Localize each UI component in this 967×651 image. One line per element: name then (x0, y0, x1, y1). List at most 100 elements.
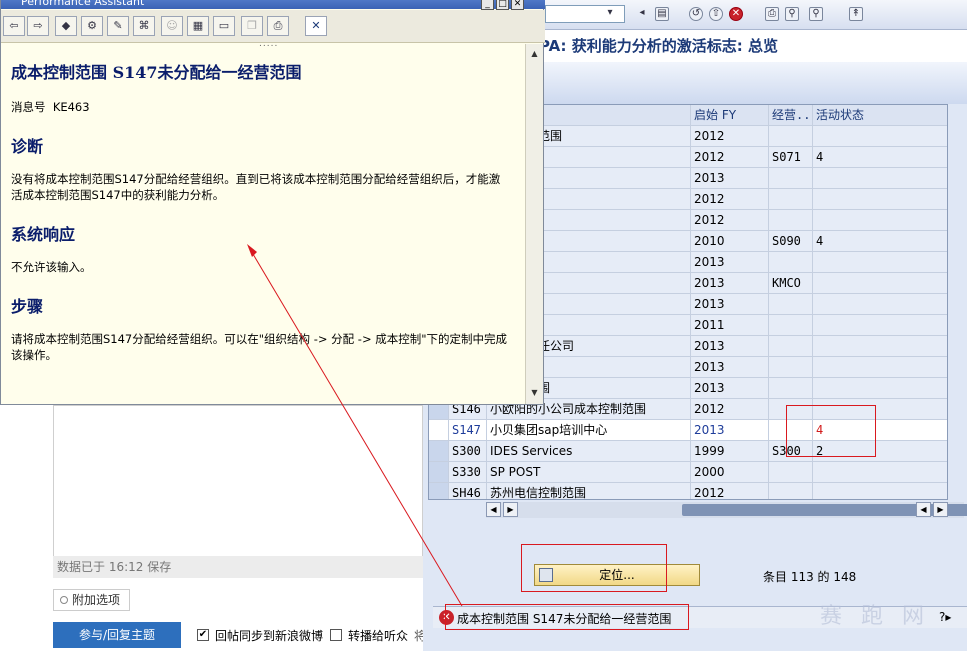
table-row[interactable]: SH46 苏州电信控制范围 2012 (429, 483, 947, 499)
row-activity-status[interactable] (813, 189, 947, 209)
row-activity-status[interactable] (813, 168, 947, 188)
row-activity-status[interactable] (813, 210, 947, 230)
row-start-fy[interactable]: 2013 (691, 357, 769, 377)
row-start-fy[interactable]: 2013 (691, 252, 769, 272)
reply-editor[interactable] (53, 405, 423, 578)
comment-icon[interactable]: ▭ (213, 16, 235, 36)
row-operating-concern[interactable] (769, 168, 813, 188)
row-activity-status[interactable] (813, 294, 947, 314)
horizontal-scrollbar[interactable]: ◀ ▶ ◀ ▶ (486, 502, 967, 518)
table-icon[interactable]: ▦ (187, 16, 209, 36)
find-next-icon[interactable]: ⚲ (809, 7, 823, 21)
edit-icon[interactable]: ✎ (107, 16, 129, 36)
row-selector[interactable] (429, 441, 449, 461)
print-icon[interactable]: ⎙ (765, 7, 779, 21)
row-start-fy[interactable]: 2012 (691, 147, 769, 167)
row-key[interactable]: S147 (449, 420, 487, 440)
broadcast-checkbox[interactable] (330, 629, 342, 641)
row-selector[interactable] (429, 420, 449, 440)
row-operating-concern[interactable] (769, 210, 813, 230)
row-operating-concern[interactable] (769, 315, 813, 335)
row-name[interactable]: 小贝集团sap培训中心 (487, 420, 691, 440)
scroll-right-end-icon[interactable]: ▶ (933, 502, 948, 517)
row-start-fy[interactable]: 2013 (691, 294, 769, 314)
row-operating-concern[interactable] (769, 378, 813, 398)
exit-icon[interactable]: ⇧ (709, 7, 723, 21)
row-operating-concern[interactable] (769, 357, 813, 377)
scroll-left-icon[interactable]: ◀ (486, 502, 501, 517)
users-icon[interactable]: ☺ (161, 16, 183, 36)
row-operating-concern[interactable] (769, 483, 813, 499)
scroll-left-end-icon[interactable]: ◀ (916, 502, 931, 517)
attach-options-button[interactable]: 附加选项 (53, 589, 130, 611)
row-activity-status[interactable] (813, 462, 947, 482)
row-operating-concern[interactable] (769, 294, 813, 314)
related-icon[interactable]: ⌘ (133, 16, 155, 36)
pa-titlebar[interactable]: Performance Assistant (1, 0, 545, 9)
enter-icon[interactable]: ◂ (635, 7, 649, 21)
row-operating-concern[interactable] (769, 336, 813, 356)
row-name[interactable]: 苏州电信控制范围 (487, 483, 691, 499)
scroll-down-icon[interactable]: ▼ (527, 385, 542, 400)
first-page-icon[interactable]: ↟ (849, 7, 863, 21)
row-activity-status[interactable] (813, 336, 947, 356)
row-start-fy[interactable]: 2012 (691, 210, 769, 230)
back-icon[interactable]: ↺ (689, 7, 703, 21)
sync-weibo-checkbox[interactable]: ✔ (197, 629, 209, 641)
row-start-fy[interactable]: 2013 (691, 336, 769, 356)
row-operating-concern[interactable]: S071 (769, 147, 813, 167)
book-icon[interactable]: ◆ (55, 16, 77, 36)
row-key[interactable]: S330 (449, 462, 487, 482)
technical-info-icon[interactable]: ⚙ (81, 16, 103, 36)
cancel-icon[interactable]: ✕ (729, 7, 743, 21)
row-selector[interactable] (429, 483, 449, 499)
row-start-fy[interactable]: 2013 (691, 273, 769, 293)
row-activity-status[interactable]: 4 (813, 147, 947, 167)
row-start-fy[interactable]: 2012 (691, 189, 769, 209)
row-start-fy[interactable]: 1999 (691, 441, 769, 461)
row-name[interactable]: SP POST (487, 462, 691, 482)
row-activity-status[interactable]: 4 (813, 231, 947, 251)
forward-arrow-icon[interactable]: ⇨ (27, 16, 49, 36)
help-icon[interactable]: ?▸ (939, 610, 951, 624)
row-start-fy[interactable]: 2013 (691, 420, 769, 440)
reply-topic-button[interactable]: 参与/回复主题 (53, 622, 181, 648)
close-window-icon[interactable]: ✕ (305, 16, 327, 36)
copy-icon[interactable]: ❐ (241, 16, 263, 36)
close-icon[interactable]: ✕ (511, 0, 524, 10)
back-arrow-icon[interactable]: ⇦ (3, 16, 25, 36)
row-operating-concern[interactable] (769, 189, 813, 209)
row-activity-status[interactable] (813, 357, 947, 377)
row-start-fy[interactable]: 2010 (691, 231, 769, 251)
scroll-right-icon[interactable]: ▶ (503, 502, 518, 517)
maximize-icon[interactable]: □ (496, 0, 509, 10)
row-selector[interactable] (429, 462, 449, 482)
row-start-fy[interactable]: 2013 (691, 168, 769, 188)
row-key[interactable]: S300 (449, 441, 487, 461)
minimize-icon[interactable]: _ (481, 0, 494, 10)
row-start-fy[interactable]: 2012 (691, 483, 769, 499)
table-row[interactable]: S330 SP POST 2000 (429, 462, 947, 483)
row-activity-status[interactable] (813, 483, 947, 499)
row-activity-status[interactable] (813, 126, 947, 146)
row-operating-concern[interactable]: KMCO (769, 273, 813, 293)
row-activity-status[interactable] (813, 273, 947, 293)
print-icon[interactable]: ⎙ (267, 16, 289, 36)
save-icon[interactable]: ▤ (655, 7, 669, 21)
command-dropdown-icon[interactable]: ▾ (605, 7, 615, 21)
row-key[interactable]: SH46 (449, 483, 487, 499)
row-start-fy[interactable]: 2012 (691, 399, 769, 419)
find-icon[interactable]: ⚲ (785, 7, 799, 21)
row-start-fy[interactable]: 2013 (691, 378, 769, 398)
row-activity-status[interactable] (813, 252, 947, 272)
pa-vertical-scrollbar[interactable]: ▲ ▼ (525, 44, 543, 404)
row-operating-concern[interactable] (769, 462, 813, 482)
row-start-fy[interactable]: 2011 (691, 315, 769, 335)
row-name[interactable]: IDES Services (487, 441, 691, 461)
scroll-up-icon[interactable]: ▲ (527, 46, 542, 61)
row-start-fy[interactable]: 2000 (691, 462, 769, 482)
header-start-fy[interactable]: 启始 FY (691, 105, 769, 125)
row-activity-status[interactable] (813, 315, 947, 335)
row-activity-status[interactable] (813, 378, 947, 398)
row-start-fy[interactable]: 2012 (691, 126, 769, 146)
